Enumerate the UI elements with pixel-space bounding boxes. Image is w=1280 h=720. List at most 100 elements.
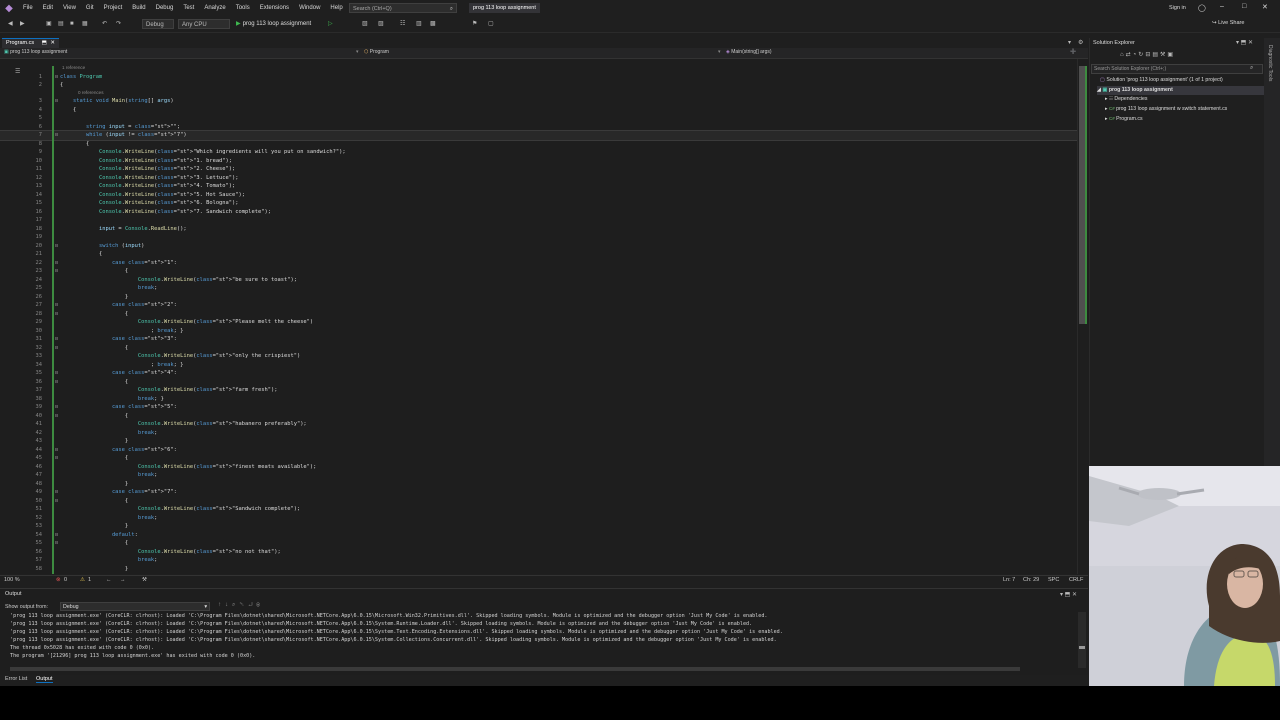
nav-member-dropdown[interactable]: ◈ Main(string[] args) (726, 49, 772, 55)
tab-overflow-icon[interactable]: ▾ (1068, 39, 1071, 46)
code-line[interactable]: 6 string input = class="st">""; (0, 123, 1077, 132)
solution-node[interactable]: ▢ Solution 'prog 113 loop assignment' (1… (1100, 77, 1223, 83)
code-line[interactable]: 26 } (0, 293, 1077, 302)
pin-icon[interactable]: ⬒ (42, 40, 47, 46)
start-without-debugging-icon[interactable]: ▷ (328, 19, 333, 29)
solution-item-0[interactable]: ▸ ☷ Dependencies (1105, 96, 1148, 102)
redo-icon[interactable]: ↷ (116, 19, 121, 29)
zoom-level[interactable]: 100 % (4, 577, 20, 583)
code-line[interactable]: 11 Console.WriteLine(class="st">"2. Chee… (0, 165, 1077, 174)
code-line[interactable]: 1 ⊟ class Program (0, 73, 1077, 82)
code-line[interactable]: 34 ; break; } (0, 361, 1077, 370)
nav-class-dropdown[interactable]: ⬡ Program (364, 49, 389, 55)
menu-item-edit[interactable]: Edit (38, 5, 58, 11)
code-line[interactable]: 18 input = Console.ReadLine(); (0, 225, 1077, 234)
code-line[interactable]: 58 } (0, 565, 1077, 574)
sign-in-link[interactable]: Sign in (1169, 5, 1186, 11)
code-line[interactable]: 7 ⊟ while (input != class="st">"7") (0, 130, 1077, 141)
code-line[interactable]: 54 ⊟ default: (0, 531, 1077, 540)
code-line[interactable]: 31 ⊟ case class="st">"3": (0, 335, 1077, 344)
error-icon[interactable]: ⊗ (56, 577, 61, 583)
code-line[interactable]: 50 ⊟ { (0, 497, 1077, 506)
code-line[interactable]: 30 ; break; } (0, 327, 1077, 336)
fold-toggle-icon[interactable]: ⊟ (55, 378, 58, 387)
toolbar-icon-f[interactable]: ▢ (488, 19, 494, 29)
fold-toggle-icon[interactable]: ⊟ (55, 344, 58, 353)
output-source-dropdown[interactable]: Debug ▾ (60, 602, 210, 611)
code-line[interactable]: 14 Console.WriteLine(class="st">"5. Hot … (0, 191, 1077, 200)
menu-item-view[interactable]: View (58, 5, 81, 11)
menu-item-analyze[interactable]: Analyze (199, 5, 230, 11)
toolbar-icon-c[interactable]: ☷ (400, 19, 405, 29)
code-line[interactable]: 48 } (0, 480, 1077, 489)
code-line[interactable]: 56 Console.WriteLine(class="st">"no not … (0, 548, 1077, 557)
toolbar-icon-e[interactable]: ▩ (430, 19, 436, 29)
code-line[interactable]: 41 Console.WriteLine(class="st">"habaner… (0, 420, 1077, 429)
switch-views-icon[interactable]: ⇄ (1126, 52, 1133, 58)
code-line[interactable]: 47 break; (0, 471, 1077, 480)
open-icon[interactable]: ▤ (58, 19, 64, 29)
code-line[interactable]: 27 ⊟ case class="st">"2": (0, 301, 1077, 310)
code-line[interactable]: 35 ⊟ case class="st">"4": (0, 369, 1077, 378)
code-line[interactable]: 36 ⊟ { (0, 378, 1077, 387)
code-line[interactable]: 16 Console.WriteLine(class="st">"7. Sand… (0, 208, 1077, 217)
fold-toggle-icon[interactable]: ⊟ (55, 242, 58, 251)
save-all-icon[interactable]: ▦ (82, 19, 88, 29)
code-line[interactable]: 12 Console.WriteLine(class="st">"3. Lett… (0, 174, 1077, 183)
menu-item-debug[interactable]: Debug (151, 5, 179, 11)
save-icon[interactable]: ■ (70, 19, 74, 29)
code-line[interactable]: 42 break; (0, 429, 1077, 438)
fold-toggle-icon[interactable]: ⊟ (55, 97, 58, 106)
find-previous-icon[interactable]: ↑ (218, 602, 225, 608)
toolbar-icon-b[interactable]: ▨ (378, 19, 384, 29)
code-line[interactable]: 40 ⊟ { (0, 412, 1077, 421)
code-line[interactable]: 19 (0, 233, 1077, 242)
code-line[interactable]: 49 ⊟ case class="st">"7": (0, 488, 1077, 497)
minimize-icon[interactable]: – (1220, 3, 1224, 10)
start-debugging-button[interactable]: ▶ prog 113 loop assignment (236, 19, 311, 29)
close-window-icon[interactable]: ✕ (1262, 3, 1268, 11)
code-line[interactable]: 15 Console.WriteLine(class="st">"6. Bolo… (0, 199, 1077, 208)
fold-toggle-icon[interactable]: ⊟ (55, 310, 58, 319)
code-line[interactable]: 24 Console.WriteLine(class="st">"be sure… (0, 276, 1077, 285)
preview-icon[interactable]: ▣ (1167, 52, 1175, 58)
codelens-references[interactable]: 0 references (0, 89, 1077, 98)
new-project-icon[interactable]: ▣ (46, 19, 52, 29)
split-icon[interactable]: ➕ (1070, 49, 1076, 55)
code-line[interactable]: 38 break; } (0, 395, 1077, 404)
output-panel-options-icon[interactable]: ▾ ⬒ ✕ (1060, 591, 1077, 598)
fold-toggle-icon[interactable]: ⊟ (55, 73, 58, 82)
code-line[interactable]: 55 ⊟ { (0, 539, 1077, 548)
code-line[interactable]: 13 Console.WriteLine(class="st">"4. Toma… (0, 182, 1077, 191)
previous-issue-icon[interactable]: ← (106, 577, 112, 583)
fold-toggle-icon[interactable]: ⊟ (55, 446, 58, 455)
tab-error-list[interactable]: Error List (5, 676, 27, 682)
code-line[interactable]: 43 } (0, 437, 1077, 446)
code-line[interactable]: 5 (0, 114, 1077, 123)
fold-toggle-icon[interactable]: ⊟ (55, 531, 58, 540)
show-all-files-icon[interactable]: ▤ (1152, 52, 1160, 58)
code-line[interactable]: 3 ⊟ static void Main(string[] args) (0, 97, 1077, 106)
fold-toggle-icon[interactable]: ⊟ (55, 335, 58, 344)
fold-toggle-icon[interactable]: ⊟ (55, 131, 58, 140)
menu-item-extensions[interactable]: Extensions (255, 5, 294, 11)
code-line[interactable]: 29 Console.WriteLine(class="st">"Please … (0, 318, 1077, 327)
code-line[interactable]: 9 Console.WriteLine(class="st">"Which in… (0, 148, 1077, 157)
configuration-dropdown[interactable]: Debug (142, 19, 174, 29)
fold-toggle-icon[interactable]: ⊟ (55, 259, 58, 268)
tab-output[interactable]: Output (36, 676, 53, 683)
code-line[interactable]: 22 ⊟ case class="st">"1": (0, 259, 1077, 268)
panel-options-icon[interactable]: ▾ ⬒ ✕ (1236, 39, 1253, 46)
fold-toggle-icon[interactable]: ⊟ (55, 369, 58, 378)
bookmark-icon[interactable]: ⚑ (472, 19, 477, 29)
code-line[interactable]: 51 Console.WriteLine(class="st">"Sandwic… (0, 505, 1077, 514)
code-line[interactable]: 37 Console.WriteLine(class="st">"farm fr… (0, 386, 1077, 395)
code-line[interactable]: 53 } (0, 522, 1077, 531)
output-vertical-scrollbar[interactable] (1078, 612, 1086, 668)
fold-toggle-icon[interactable]: ⊟ (55, 488, 58, 497)
code-line[interactable]: 57 break; (0, 556, 1077, 565)
diagnostic-tools-tab[interactable]: Diagnostic Tools (1267, 45, 1273, 81)
code-line[interactable]: 17 (0, 216, 1077, 225)
toolbar-icon-a[interactable]: ▧ (362, 19, 368, 29)
menu-item-help[interactable]: Help (325, 5, 347, 11)
